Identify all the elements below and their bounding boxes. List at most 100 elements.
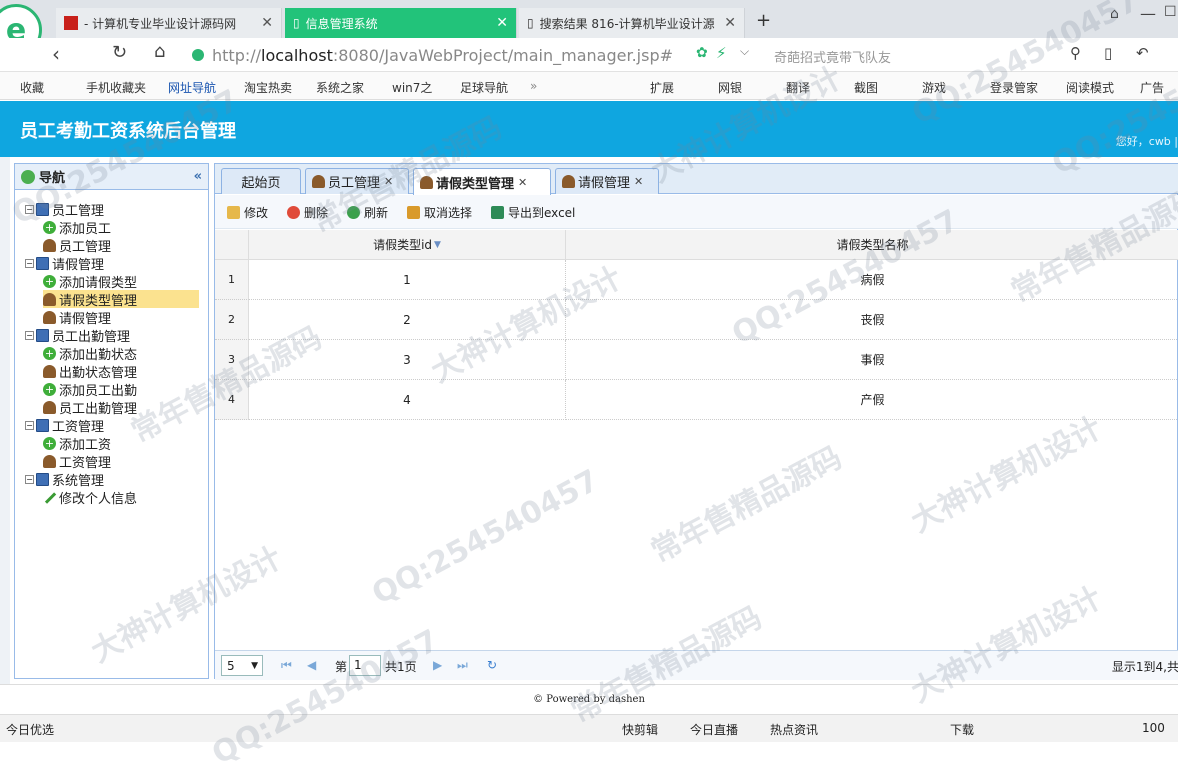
nav-tree-leaf[interactable]: 请假管理 bbox=[43, 308, 199, 327]
cell-leave-type-name[interactable]: 丧假 bbox=[566, 300, 1178, 340]
new-tab-icon[interactable]: + bbox=[756, 10, 771, 31]
nav-tree-leaf[interactable]: 工资管理 bbox=[43, 452, 199, 471]
collapse-toggle-icon[interactable]: − bbox=[25, 258, 34, 268]
cell-leave-type-id[interactable]: 1 bbox=[249, 260, 566, 300]
minimize-icon[interactable]: — bbox=[1140, 4, 1156, 23]
tool-item[interactable]: 截图 bbox=[854, 79, 878, 96]
search-input[interactable]: 奇葩招式竟带飞队友 bbox=[774, 47, 891, 66]
skin-icon[interactable]: ⌂ bbox=[1110, 6, 1119, 22]
page-number-input[interactable]: 1 bbox=[349, 655, 381, 676]
nav-tree-group[interactable]: − 员工出勤管理 bbox=[25, 326, 199, 345]
more-bookmarks-icon[interactable]: » bbox=[530, 79, 537, 93]
collapse-toggle-icon[interactable]: − bbox=[25, 474, 34, 484]
zoom-level[interactable]: 100 bbox=[1142, 721, 1165, 735]
browser-tab[interactable]: - 计算机专业毕业设计源码网 ✕ bbox=[56, 8, 282, 38]
chevron-down-icon[interactable]: ⌵ bbox=[740, 44, 749, 59]
nav-tree-label: 添加出勤状态 bbox=[59, 347, 138, 363]
close-tab-icon[interactable]: ✕ bbox=[518, 176, 527, 189]
nav-tree-leaf[interactable]: 修改个人信息 bbox=[42, 488, 199, 507]
close-tab-icon[interactable]: ✕ bbox=[384, 175, 393, 188]
nav-tree-leaf[interactable]: 请假类型管理 bbox=[43, 290, 199, 309]
url-field[interactable]: http://localhost:8080/JavaWebProject/mai… bbox=[192, 43, 752, 67]
refresh-button[interactable]: 刷新 bbox=[347, 204, 388, 221]
nav-tree-leaf[interactable]: 出勤状态管理 bbox=[43, 362, 199, 381]
tab-home[interactable]: 起始页 bbox=[221, 168, 301, 194]
collapse-toggle-icon[interactable]: − bbox=[25, 330, 34, 340]
cell-leave-type-name[interactable]: 产假 bbox=[566, 380, 1178, 420]
export-excel-button[interactable]: 导出到excel bbox=[491, 204, 575, 221]
cell-leave-type-name[interactable]: 事假 bbox=[566, 340, 1178, 380]
nav-tree-leaf[interactable]: 员工出勤管理 bbox=[43, 398, 199, 417]
nav-tree-leaf[interactable]: + 添加员工 bbox=[43, 218, 199, 237]
close-tab-icon[interactable]: ✕ bbox=[634, 175, 643, 188]
nav-tree-group[interactable]: − 工资管理 bbox=[25, 416, 199, 435]
collapse-toggle-icon[interactable]: − bbox=[25, 420, 34, 430]
nav-tree-leaf[interactable]: + 添加工资 bbox=[43, 434, 199, 453]
undo-icon[interactable]: ↶ bbox=[1136, 44, 1149, 62]
phone-icon[interactable]: ▯ bbox=[1104, 44, 1112, 62]
add-icon: + bbox=[43, 274, 56, 288]
bookmark-item[interactable]: 收藏 bbox=[20, 79, 44, 96]
next-page-icon[interactable]: ▶ bbox=[433, 658, 442, 672]
speed-icon[interactable]: ✿ bbox=[696, 45, 708, 61]
tool-item[interactable]: 阅读模式 bbox=[1066, 79, 1114, 96]
flash-icon[interactable]: ⚡ bbox=[716, 44, 727, 62]
bookmark-item[interactable]: win7之 bbox=[392, 79, 432, 96]
bookmark-item[interactable]: 手机收藏夹 bbox=[86, 79, 146, 96]
nav-tree-leaf[interactable]: + 添加出勤状态 bbox=[43, 344, 199, 363]
tool-item[interactable]: 扩展 bbox=[650, 79, 674, 96]
tool-item[interactable]: 登录管家 bbox=[990, 79, 1038, 96]
last-page-icon[interactable]: ⏭ bbox=[457, 658, 468, 673]
collapse-toggle-icon[interactable]: − bbox=[25, 204, 34, 214]
status-item[interactable]: 下载 bbox=[950, 721, 974, 738]
close-tab-icon[interactable]: ✕ bbox=[724, 15, 736, 31]
status-left[interactable]: 今日优选 bbox=[6, 721, 54, 738]
column-header-name[interactable]: 请假类型名称 bbox=[566, 230, 1178, 260]
nav-tree-leaf[interactable]: + 添加员工出勤 bbox=[43, 380, 199, 399]
nav-tree-leaf[interactable]: 员工管理 bbox=[43, 236, 199, 255]
nav-title: 导航 bbox=[39, 171, 66, 186]
browser-tab-active[interactable]: ▯ 信息管理系统 ✕ bbox=[285, 8, 517, 38]
back-icon[interactable]: ‹ bbox=[52, 42, 60, 66]
nav-tree-group[interactable]: − 系统管理 bbox=[25, 470, 199, 489]
delete-label: 删除 bbox=[304, 206, 329, 220]
browser-tab[interactable]: ▯ 搜索结果 816-计算机毕业设计源 ✕ bbox=[519, 8, 745, 38]
bookmark-item[interactable]: 网址导航 bbox=[168, 79, 216, 96]
search-icon[interactable]: ⚲ bbox=[1070, 44, 1081, 62]
nav-tree-group[interactable]: − 员工管理 bbox=[25, 200, 199, 219]
status-item[interactable]: 快剪辑 bbox=[622, 721, 658, 738]
cell-leave-type-id[interactable]: 4 bbox=[249, 380, 566, 420]
tab-employee[interactable]: 员工管理 ✕ bbox=[305, 168, 409, 194]
tab-leave[interactable]: 请假管理 ✕ bbox=[555, 168, 659, 194]
collapse-icon[interactable]: « bbox=[194, 169, 202, 184]
reload-icon[interactable]: ↻ bbox=[112, 42, 127, 63]
nav-tree-group[interactable]: − 请假管理 bbox=[25, 254, 199, 273]
column-header-id[interactable]: 请假类型id ▼ bbox=[249, 230, 566, 260]
prev-page-icon[interactable]: ◀ bbox=[307, 658, 316, 672]
edit-button[interactable]: 修改 bbox=[227, 204, 268, 221]
page-size-select[interactable]: 5 ▼ bbox=[221, 655, 263, 676]
browser-tab-bar: - 计算机专业毕业设计源码网 ✕ ▯ 信息管理系统 ✕ ▯ 搜索结果 816-计… bbox=[0, 0, 1178, 38]
tool-item[interactable]: 翻译 bbox=[786, 79, 810, 96]
bookmark-item[interactable]: 足球导航 bbox=[460, 79, 508, 96]
delete-button[interactable]: 删除 bbox=[287, 204, 328, 221]
tool-item[interactable]: 游戏 bbox=[922, 79, 946, 96]
close-tab-icon[interactable]: ✕ bbox=[496, 15, 508, 31]
status-item[interactable]: 热点资讯 bbox=[770, 721, 818, 738]
tool-item[interactable]: 网银 bbox=[718, 79, 742, 96]
cancel-selection-button[interactable]: 取消选择 bbox=[407, 204, 472, 221]
tab-leave-type[interactable]: 请假类型管理 ✕ bbox=[413, 168, 551, 195]
home-icon[interactable]: ⌂ bbox=[154, 41, 165, 62]
nav-tree-leaf[interactable]: + 添加请假类型 bbox=[43, 272, 199, 291]
close-tab-icon[interactable]: ✕ bbox=[261, 15, 273, 31]
bookmark-item[interactable]: 淘宝热卖 bbox=[244, 79, 292, 96]
cell-leave-type-name[interactable]: 病假 bbox=[566, 260, 1178, 300]
cell-leave-type-id[interactable]: 3 bbox=[249, 340, 566, 380]
tool-item[interactable]: 广告 bbox=[1140, 79, 1164, 96]
reload-page-icon[interactable]: ↻ bbox=[487, 658, 497, 672]
maximize-icon[interactable]: ☐ bbox=[1164, 4, 1177, 20]
bookmark-item[interactable]: 系统之家 bbox=[316, 79, 364, 96]
status-item[interactable]: 今日直播 bbox=[690, 721, 738, 738]
cell-leave-type-id[interactable]: 2 bbox=[249, 300, 566, 340]
first-page-icon[interactable]: ⏮ bbox=[281, 658, 292, 673]
